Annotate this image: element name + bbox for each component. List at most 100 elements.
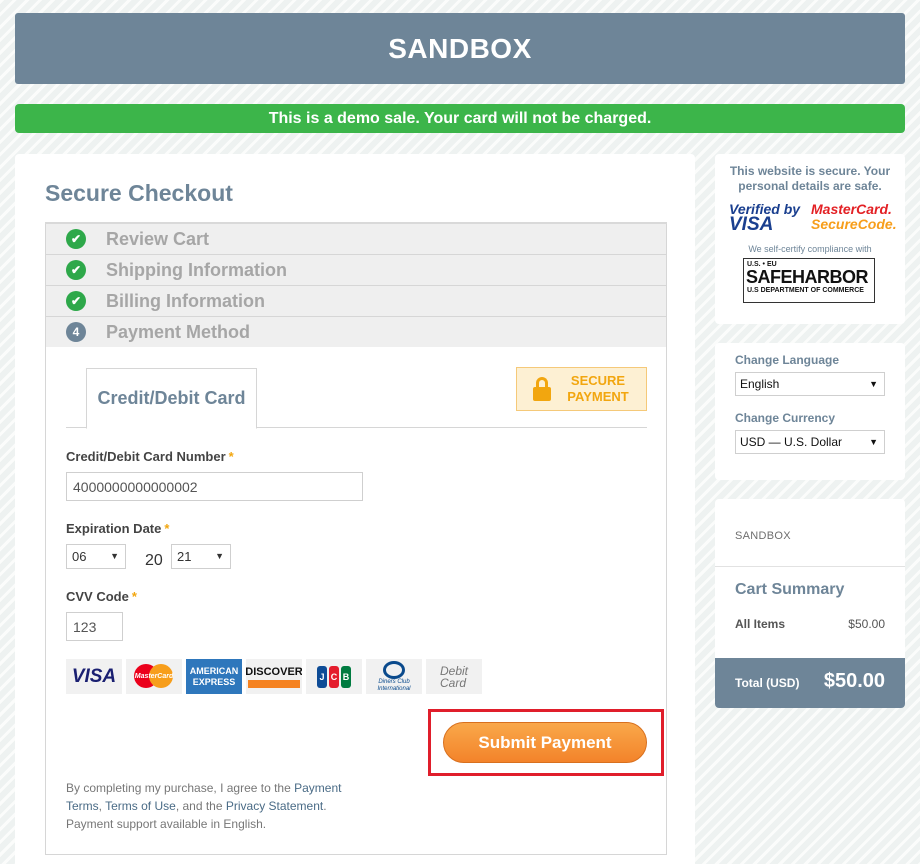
currency-value: USD — U.S. Dollar — [740, 435, 843, 449]
secure-payment-badge: SECURE PAYMENT — [516, 367, 647, 411]
secure-line1: SECURE — [570, 373, 626, 388]
year-prefix: 20 — [145, 552, 163, 569]
mastercard-text: MasterCard — [134, 673, 174, 680]
visa-logo: VISA — [66, 659, 122, 694]
checkout-title: Secure Checkout — [45, 180, 233, 206]
mcsc-line1: MasterCard. — [811, 201, 892, 217]
secure-message: This website is secure. Your personal de… — [729, 164, 891, 193]
verified-by-visa-logo: Verified by VISA — [729, 202, 800, 235]
privacy-statement-link[interactable]: Privacy Statement — [226, 799, 323, 813]
all-items-value: $50.00 — [848, 617, 885, 631]
step-shipping-information[interactable]: ✔ Shipping Information — [45, 255, 667, 286]
expiration-year-select[interactable]: 21 ▼ — [171, 544, 231, 569]
amex-line1: AMERICAN — [189, 665, 239, 676]
safe-harbor-logo: U.S. • EU SAFEHARBOR U.S DEPARTMENT OF C… — [743, 258, 875, 303]
discover-logo: DISCOVER — [246, 659, 302, 694]
terms-of-use-link[interactable]: Terms of Use — [105, 799, 176, 813]
tab-credit-debit-card[interactable]: Credit/Debit Card — [86, 368, 257, 429]
accepted-cards: VISA MasterCard AMERICAN EXPRESS DISCOVE… — [66, 659, 482, 694]
secure-site-card: This website is secure. Your personal de… — [715, 154, 905, 324]
step-label: Shipping Information — [106, 259, 287, 280]
payment-method-panel: Credit/Debit Card SECURE PAYMENT Credit/… — [45, 347, 667, 855]
safeharbor-mid: SAFEHARBOR — [746, 267, 869, 287]
submit-highlight-box: Submit Payment — [428, 709, 664, 776]
step-label: Review Cart — [106, 228, 210, 249]
checkout-card: Secure Checkout ✔ Review Cart ✔ Shipping… — [15, 154, 695, 864]
discover-text: DISCOVER — [246, 665, 302, 678]
cart-total-bar: Total (USD) $50.00 — [715, 658, 905, 708]
submit-payment-button[interactable]: Submit Payment — [443, 722, 647, 763]
step-number-badge: 4 — [66, 322, 86, 342]
year-value: 21 — [177, 549, 192, 564]
cvv-input[interactable] — [66, 612, 123, 641]
diners-line2: International — [377, 685, 411, 692]
debit-line2: Card — [439, 675, 466, 690]
month-value: 06 — [72, 549, 87, 564]
demo-sale-text: This is a demo sale. Your card will not … — [268, 109, 652, 127]
jcb-c: C — [329, 665, 339, 688]
legal-notice: By completing my purchase, I agree to th… — [66, 779, 366, 833]
total-value: $50.00 — [823, 670, 885, 692]
page-header: SANDBOX — [15, 13, 905, 84]
cart-summary-card: SANDBOX Cart Summary All Items $50.00 To… — [715, 499, 905, 708]
jcb-logo: J C B — [306, 659, 362, 694]
legal-sep: , and the — [175, 799, 226, 813]
divider — [715, 566, 905, 567]
chevron-down-icon: ▼ — [110, 551, 119, 561]
jcb-j: J — [317, 665, 327, 688]
header-title: SANDBOX — [388, 32, 532, 64]
language-label: Change Language — [735, 353, 840, 367]
step-payment-method: 4 Payment Method — [45, 317, 667, 348]
card-number-input[interactable] — [66, 472, 363, 501]
mcsc-line2: SecureCode. — [811, 216, 897, 232]
secure-line2: PAYMENT — [567, 389, 629, 404]
mastercard-logo: MasterCard — [126, 659, 182, 694]
support-language-note: Payment support available in English. — [66, 817, 267, 831]
currency-select[interactable]: USD — U.S. Dollar ▼ — [735, 430, 885, 454]
diners-club-logo: Diners Club International — [366, 659, 422, 694]
tab-label: Credit/Debit Card — [97, 388, 246, 408]
debit-line1: Debit — [439, 663, 468, 678]
language-currency-card: Change Language English ▼ Change Currenc… — [715, 343, 905, 480]
legal-prefix: By completing my purchase, I agree to th… — [66, 781, 295, 795]
safeharbor-bottom: U.S DEPARTMENT OF COMMERCE — [747, 287, 864, 294]
card-number-label: Credit/Debit Card Number * — [66, 449, 234, 464]
lock-icon — [533, 377, 551, 401]
secure-payment-text: SECURE PAYMENT — [567, 373, 629, 405]
required-mark: * — [164, 521, 170, 536]
cart-store-name: SANDBOX — [735, 530, 791, 542]
language-value: English — [740, 377, 780, 391]
language-select[interactable]: English ▼ — [735, 372, 885, 396]
mastercard-securecode-logo: MasterCard. SecureCode. — [811, 202, 897, 232]
all-items-label: All Items — [735, 617, 786, 631]
legal-suffix: . — [323, 799, 327, 813]
vbv-line2: VISA — [729, 214, 774, 235]
step-review-cart[interactable]: ✔ Review Cart — [45, 224, 667, 255]
expiration-month-select[interactable]: 06 ▼ — [66, 544, 126, 569]
amex-line2: EXPRESS — [192, 676, 236, 687]
chevron-down-icon: ▼ — [869, 379, 878, 389]
total-label: Total (USD) — [735, 676, 800, 690]
card-number-label-text: Credit/Debit Card Number — [66, 449, 226, 464]
step-billing-information[interactable]: ✔ Billing Information — [45, 286, 667, 317]
checkout-steps: ✔ Review Cart ✔ Shipping Information ✔ B… — [45, 222, 667, 348]
amex-logo: AMERICAN EXPRESS — [186, 659, 242, 694]
demo-sale-banner: This is a demo sale. Your card will not … — [15, 104, 905, 133]
jcb-b: B — [341, 665, 351, 688]
check-circle-icon: ✔ — [66, 291, 86, 311]
check-circle-icon: ✔ — [66, 260, 86, 280]
required-mark: * — [131, 589, 137, 604]
cvv-label: CVV Code * — [66, 589, 137, 604]
expiration-label-text: Expiration Date — [66, 521, 162, 536]
chevron-down-icon: ▼ — [215, 551, 224, 561]
visa-text: VISA — [71, 665, 117, 687]
expiration-date-label: Expiration Date * — [66, 521, 169, 536]
step-label: Billing Information — [106, 290, 265, 311]
step-label: Payment Method — [106, 321, 251, 342]
cart-summary-title: Cart Summary — [735, 581, 845, 598]
cvv-label-text: CVV Code — [66, 589, 129, 604]
debit-card-logo: Debit Card — [426, 659, 482, 694]
self-certify-text: We self-certify compliance with — [748, 244, 872, 254]
diners-line1: Diners Club — [378, 678, 410, 685]
check-circle-icon: ✔ — [66, 229, 86, 249]
